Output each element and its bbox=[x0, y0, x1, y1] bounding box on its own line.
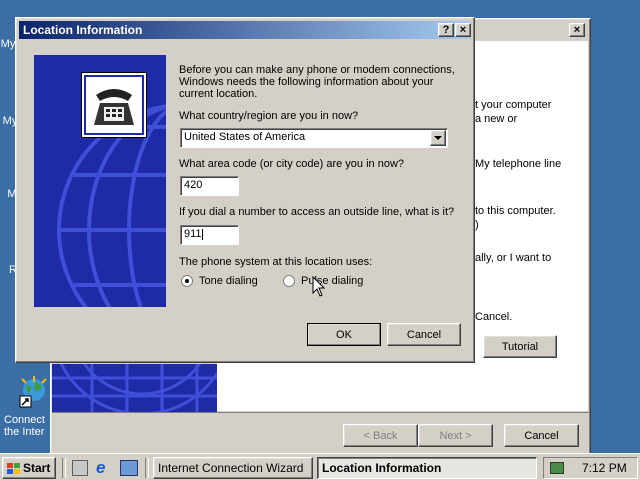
intro-text: Before you can make any phone or modem c… bbox=[179, 64, 455, 100]
close-icon: × bbox=[459, 24, 467, 36]
start-button[interactable]: Start bbox=[2, 457, 56, 479]
country-label: What country/region are you in now? bbox=[179, 110, 359, 122]
ok-button[interactable]: OK bbox=[307, 323, 381, 346]
radio-checked-icon bbox=[181, 275, 193, 287]
wizard-text: ally, or I want to bbox=[475, 252, 552, 264]
windows-logo-icon bbox=[7, 462, 20, 474]
pulse-dialing-label: Pulse dialing bbox=[301, 275, 364, 287]
outside-line-field[interactable]: 911 bbox=[180, 225, 239, 245]
task-internet-connection-wizard[interactable]: Internet Connection Wizard bbox=[153, 457, 313, 479]
area-code-field[interactable]: 420 bbox=[180, 176, 239, 196]
show-desktop-icon[interactable] bbox=[72, 460, 88, 476]
system-tray: 7:12 PM bbox=[543, 457, 638, 479]
taskbar: Start e Internet Connection Wizard Locat… bbox=[0, 453, 640, 480]
close-icon: × bbox=[573, 24, 581, 36]
task-location-information[interactable]: Location Information bbox=[317, 457, 537, 479]
task-label: Location Information bbox=[322, 461, 442, 475]
chevron-down-icon bbox=[434, 136, 442, 140]
dialog-titlebar[interactable]: Location Information bbox=[19, 21, 471, 39]
wizard-text: ) bbox=[475, 219, 479, 231]
dialog-title: Location Information bbox=[23, 23, 143, 37]
area-code-value: 420 bbox=[184, 179, 203, 191]
radio-unchecked-icon bbox=[283, 275, 295, 287]
mouse-pointer-icon bbox=[312, 275, 326, 298]
phone-system-label: The phone system at this location uses: bbox=[179, 256, 373, 268]
wizard-text: Cancel. bbox=[475, 311, 513, 323]
tone-dialing-radio[interactable]: Tone dialing bbox=[181, 275, 258, 287]
clock[interactable]: 7:12 PM bbox=[582, 461, 627, 475]
internet-explorer-icon[interactable]: e bbox=[96, 459, 114, 477]
telephone-icon bbox=[81, 72, 147, 138]
outside-line-label: If you dial a number to access an outsid… bbox=[179, 206, 455, 218]
country-value: United States of America bbox=[184, 131, 306, 143]
wizard-text: to this computer. bbox=[475, 205, 556, 217]
network-icon[interactable] bbox=[550, 462, 564, 474]
location-information-dialog: Location Information ? × Before you can … bbox=[15, 17, 475, 363]
desktop-icon-label[interactable]: My bbox=[0, 38, 16, 50]
outside-line-value: 911 bbox=[184, 228, 202, 240]
country-select[interactable]: United States of America bbox=[180, 128, 448, 148]
dialog-close-button[interactable]: × bbox=[455, 23, 471, 37]
taskbar-separator bbox=[62, 458, 66, 478]
connect-internet-icon[interactable] bbox=[18, 376, 50, 408]
wizard-close-button[interactable]: × bbox=[569, 23, 585, 37]
help-icon: ? bbox=[442, 24, 450, 36]
wizard-cancel-button[interactable]: Cancel bbox=[504, 424, 579, 447]
connect-internet-label[interactable]: Connect the Inter bbox=[4, 414, 52, 438]
tutorial-button[interactable]: Tutorial bbox=[483, 335, 557, 358]
back-button[interactable]: < Back bbox=[343, 424, 418, 447]
tone-dialing-label: Tone dialing bbox=[199, 275, 258, 287]
help-button[interactable]: ? bbox=[438, 23, 454, 37]
task-label: Internet Connection Wizard bbox=[158, 461, 304, 475]
text-cursor bbox=[201, 228, 203, 240]
area-code-label: What area code (or city code) are you in… bbox=[179, 158, 405, 170]
outlook-express-icon[interactable] bbox=[120, 460, 138, 476]
wizard-divider bbox=[52, 412, 589, 413]
start-label: Start bbox=[23, 461, 51, 475]
taskbar-separator bbox=[145, 458, 149, 478]
dialog-side-graphic bbox=[34, 55, 166, 307]
wizard-text: My telephone line bbox=[475, 158, 562, 170]
dropdown-button[interactable] bbox=[430, 130, 446, 146]
next-button[interactable]: Next > bbox=[418, 424, 493, 447]
dialog-cancel-button[interactable]: Cancel bbox=[387, 323, 461, 346]
wizard-globe-graphic bbox=[52, 364, 217, 412]
wizard-text: t your computer bbox=[475, 99, 552, 111]
wizard-text: a new or bbox=[475, 113, 518, 125]
